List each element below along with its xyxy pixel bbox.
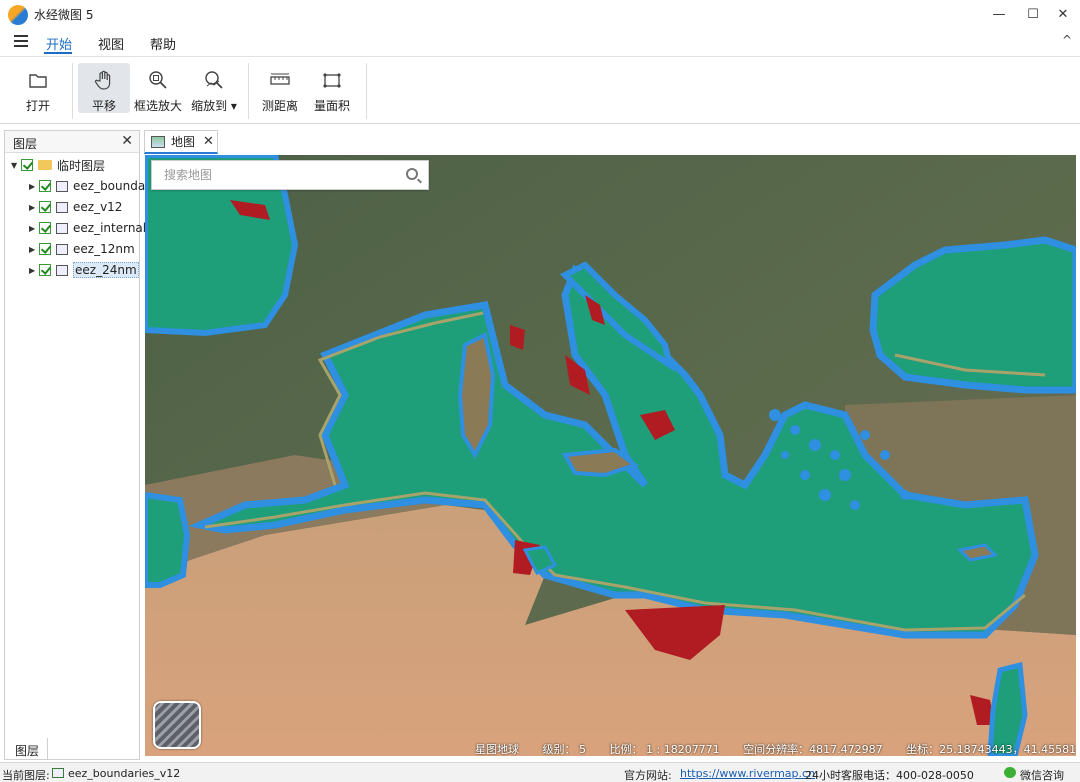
polygon-layer-icon: [56, 201, 68, 213]
polygon-layer-icon: [56, 243, 68, 255]
map-search-box: [151, 160, 429, 190]
zoom-box-label: 框选放大: [134, 99, 183, 113]
menu-view[interactable]: 视图: [98, 34, 124, 53]
map-tab-icon: [151, 135, 165, 148]
map-source-label: 星图地球: [475, 743, 519, 756]
hamburger-menu-icon[interactable]: [14, 35, 28, 47]
maximize-button[interactable]: ☐: [1016, 0, 1050, 28]
collapsed-arrow-icon[interactable]: ▶: [29, 224, 39, 233]
ribbon-toolbar: 打开 平移 框选放大 缩放到 ▾ 测距离 量面积: [0, 56, 1080, 124]
collapsed-arrow-icon[interactable]: ▶: [29, 203, 39, 212]
map-scale: 比例： 1 : 18207771: [609, 743, 720, 756]
layer-label: eez_v12: [73, 200, 123, 214]
close-icon[interactable]: ✕: [121, 133, 133, 149]
map-status-overlay: 星图地球 级别： 5 比例： 1 : 18207771 空间分辨率：4817.4…: [475, 741, 1076, 756]
website-label: 官方网站:: [624, 769, 672, 782]
layers-panel-title: 图层: [13, 137, 38, 151]
layer-type-icon: [52, 768, 64, 778]
pan-button[interactable]: 平移: [78, 63, 130, 113]
basemap-switcher-button[interactable]: [153, 701, 201, 749]
layer-checkbox[interactable]: [39, 180, 51, 192]
map-tab-label: 地图: [171, 135, 196, 149]
layer-item[interactable]: ▶ eez_12nm: [29, 239, 135, 259]
layer-checkbox[interactable]: [21, 159, 33, 171]
zoom-to-label: 缩放到: [191, 99, 228, 113]
zoom-box-icon: [147, 69, 169, 91]
layer-checkbox[interactable]: [39, 243, 51, 255]
layer-checkbox[interactable]: [39, 222, 51, 234]
current-layer-name: eez_boundaries_v12: [68, 767, 181, 780]
satellite-map: [145, 155, 1076, 756]
map-resolution: 空间分辨率：4817.472987: [743, 743, 883, 756]
chevron-down-icon[interactable]: ▾: [231, 99, 237, 113]
measure-distance-label: 测距离: [261, 99, 298, 113]
layer-group-temp[interactable]: ▼ 临时图层: [11, 155, 105, 175]
area-icon: [321, 69, 343, 91]
pan-label: 平移: [91, 99, 116, 113]
folder-icon: [38, 160, 52, 170]
menu-bar: 开始 视图 帮助: [0, 28, 1080, 56]
layer-label: eez_12nm: [73, 242, 135, 256]
measure-area-button[interactable]: 量面积: [310, 63, 354, 113]
collapsed-arrow-icon[interactable]: ▶: [29, 182, 39, 191]
layer-group-label: 临时图层: [57, 158, 106, 173]
ribbon-separator: [366, 63, 367, 119]
polygon-layer-icon: [56, 264, 68, 276]
website-link[interactable]: https://www.rivermap.cn: [680, 767, 815, 780]
map-canvas[interactable]: 星图地球 级别： 5 比例： 1 : 18207771 空间分辨率：4817.4…: [145, 155, 1076, 756]
ruler-icon: [269, 69, 291, 91]
polygon-layer-icon: [56, 222, 68, 234]
menu-home[interactable]: 开始: [46, 34, 72, 53]
ribbon-separator: [248, 63, 249, 119]
title-bar: 水经微图 5 — ☐ ✕: [0, 0, 1080, 28]
wechat-consult-button[interactable]: 微信咨询: [1020, 767, 1064, 782]
layers-bottom-tab[interactable]: 图层: [4, 738, 48, 760]
hand-pan-icon: [93, 69, 115, 91]
open-label: 打开: [25, 99, 50, 113]
status-bar: 当前图层: eez_boundaries_v12 官方网站: https://w…: [0, 762, 1080, 782]
minimize-button[interactable]: —: [982, 0, 1016, 28]
close-icon[interactable]: ✕: [203, 134, 214, 149]
app-title: 水经微图 5: [34, 8, 94, 22]
search-icon[interactable]: [406, 168, 418, 180]
layers-panel-header: 图层 ✕: [5, 131, 139, 153]
measure-distance-button[interactable]: 测距离: [258, 63, 302, 113]
eez-atlantic-morocco: [145, 491, 191, 588]
map-coordinates: 坐标：25.18743443，41.45581544: [906, 743, 1076, 756]
ribbon-separator: [72, 63, 73, 119]
measure-area-label: 量面积: [313, 99, 350, 113]
collapsed-arrow-icon[interactable]: ▶: [29, 266, 39, 275]
open-button[interactable]: 打开: [16, 63, 60, 113]
hotline-text: 24小时客服电话：400-028-0050: [805, 769, 974, 782]
layer-label: eez_24nm: [73, 262, 139, 278]
current-layer-label: 当前图层:: [2, 769, 50, 782]
line-layer-icon: [56, 180, 68, 192]
zoom-box-button[interactable]: 框选放大: [134, 63, 182, 113]
layer-checkbox[interactable]: [39, 201, 51, 213]
layer-checkbox[interactable]: [39, 264, 51, 276]
collapsed-arrow-icon[interactable]: ▶: [29, 245, 39, 254]
wechat-icon: [1004, 767, 1016, 778]
map-zoom-level: 级别： 5: [542, 743, 587, 756]
folder-open-icon: [27, 69, 49, 91]
active-menu-indicator: [44, 52, 72, 54]
layer-item-selected[interactable]: ▶ eez_24nm: [29, 260, 139, 280]
collapse-ribbon-icon[interactable]: ^: [1062, 33, 1072, 47]
layer-item[interactable]: ▶ eez_v12: [29, 197, 122, 217]
close-button[interactable]: ✕: [1046, 0, 1080, 28]
zoom-to-icon: [203, 69, 225, 91]
menu-help[interactable]: 帮助: [150, 34, 176, 53]
search-input[interactable]: [152, 161, 392, 189]
layers-panel: 图层 ✕ ▼ 临时图层 ▶ eez_boundaries_v12 ▶ eez_v…: [4, 130, 195, 760]
tab-map[interactable]: 地图 ✕: [144, 130, 218, 154]
expand-arrow-icon[interactable]: ▼: [11, 161, 21, 170]
app-logo-icon: [8, 5, 28, 25]
zoom-to-button[interactable]: 缩放到 ▾: [188, 63, 240, 113]
